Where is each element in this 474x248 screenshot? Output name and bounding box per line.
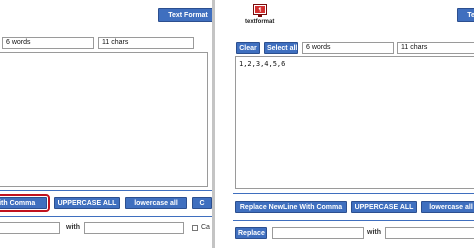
toolbar-divider <box>233 193 474 194</box>
lowercase-all-button[interactable]: lowercase all <box>421 201 474 213</box>
text-area[interactable]: 1,2,3,4,5,6 <box>235 56 474 189</box>
word-count-field: 6 words <box>302 42 394 54</box>
replace-with-field[interactable] <box>84 222 184 234</box>
svg-text:¶: ¶ <box>258 8 261 14</box>
find-field[interactable] <box>0 222 60 234</box>
uppercase-all-button[interactable]: UPPERCASE ALL <box>54 197 120 209</box>
text-format-button[interactable]: Text Format <box>457 8 474 22</box>
char-count-field: 11 chars <box>397 42 474 54</box>
find-field[interactable] <box>272 227 364 239</box>
replace-newline-comma-button[interactable]: Replace NewLine With Comma <box>235 201 347 213</box>
toolbar-divider-2 <box>0 216 212 217</box>
replace-button[interactable]: Replace <box>235 227 267 239</box>
toolbar-divider-2 <box>233 220 474 221</box>
text-content: 1,2,3,4,5,6 <box>239 60 286 68</box>
monitor-icon: ¶ <box>253 4 267 17</box>
toolbar-divider <box>0 190 212 191</box>
with-label: with <box>367 229 381 236</box>
logo: ¶ textformat <box>245 4 275 28</box>
text-format-button[interactable]: Text Format <box>158 8 212 22</box>
replace-newline-comma-button[interactable]: Replace NewLine With Comma <box>0 194 50 212</box>
case-label: Ca <box>201 224 210 231</box>
select-all-button[interactable]: Select all <box>264 42 298 54</box>
left-pane: Text Format 6 words 11 chars Replace New… <box>0 0 212 248</box>
right-pane: ¶ textformat Text Format Clear Select al… <box>215 0 474 248</box>
case-checkbox[interactable] <box>192 225 198 231</box>
capitalize-button[interactable]: C <box>192 197 212 209</box>
logo-text: textformat <box>245 19 275 25</box>
lowercase-all-button[interactable]: lowercase all <box>125 197 187 209</box>
with-label: with <box>66 224 80 231</box>
text-area[interactable] <box>0 52 208 187</box>
clear-button[interactable]: Clear <box>236 42 260 54</box>
char-count-field: 11 chars <box>98 37 194 49</box>
replace-with-field[interactable] <box>385 227 474 239</box>
word-count-field: 6 words <box>2 37 94 49</box>
uppercase-all-button[interactable]: UPPERCASE ALL <box>351 201 417 213</box>
